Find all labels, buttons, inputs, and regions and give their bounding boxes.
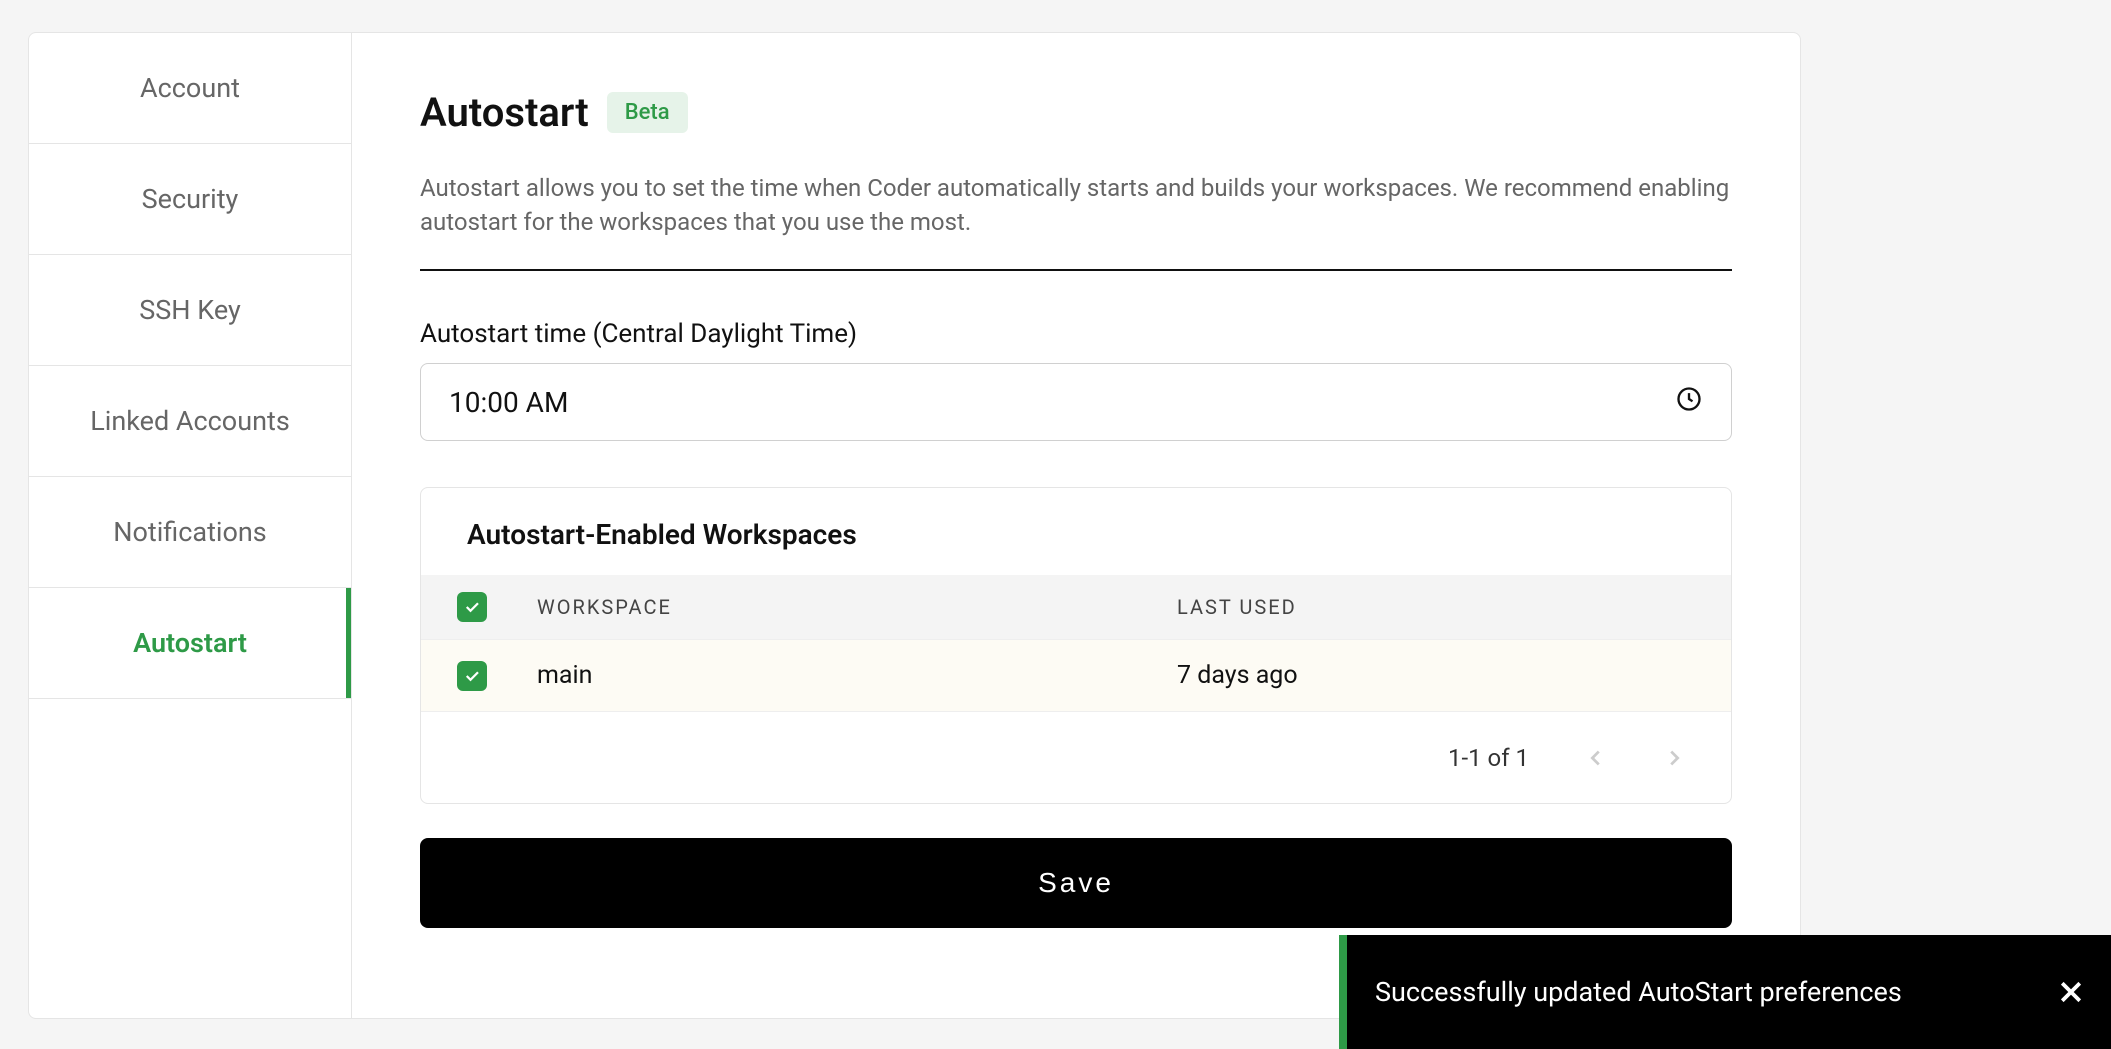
sidebar-item-ssh-key[interactable]: SSH Key bbox=[29, 255, 351, 366]
workspaces-card: Autostart-Enabled Workspaces WORKSPACE L… bbox=[420, 487, 1732, 804]
clock-icon bbox=[1675, 385, 1703, 420]
sidebar-item-label: Linked Accounts bbox=[90, 405, 290, 437]
autostart-time-label: Autostart time (Central Daylight Time) bbox=[420, 319, 1732, 349]
col-header-workspace: WORKSPACE bbox=[537, 595, 1177, 619]
toast-message: Successfully updated AutoStart preferenc… bbox=[1347, 976, 2031, 1008]
pagination-text: 1-1 of 1 bbox=[1448, 744, 1529, 772]
sidebar-item-label: Security bbox=[142, 183, 239, 215]
save-button[interactable]: Save bbox=[420, 838, 1732, 928]
autostart-time-value: 10:00 AM bbox=[449, 386, 568, 419]
page-title: Autostart bbox=[420, 89, 589, 136]
sidebar-item-notifications[interactable]: Notifications bbox=[29, 477, 351, 588]
workspaces-table-title: Autostart-Enabled Workspaces bbox=[421, 488, 1731, 575]
sidebar-item-label: SSH Key bbox=[139, 294, 241, 326]
toast-accent bbox=[1339, 935, 1347, 1049]
sidebar-item-account[interactable]: Account bbox=[29, 33, 351, 144]
sidebar: Account Security SSH Key Linked Accounts… bbox=[29, 33, 352, 1018]
page-header: Autostart Beta bbox=[420, 89, 1732, 136]
toast-notification: Successfully updated AutoStart preferenc… bbox=[1339, 935, 2111, 1049]
row-last-used: 7 days ago bbox=[1177, 661, 1695, 690]
beta-badge: Beta bbox=[607, 92, 688, 133]
sidebar-item-linked-accounts[interactable]: Linked Accounts bbox=[29, 366, 351, 477]
close-icon[interactable] bbox=[2031, 935, 2111, 1049]
next-page-button[interactable] bbox=[1663, 747, 1685, 769]
select-all-cell bbox=[457, 592, 537, 622]
select-all-checkbox[interactable] bbox=[457, 592, 487, 622]
table-header: WORKSPACE LAST USED bbox=[421, 575, 1731, 639]
sidebar-item-label: Autostart bbox=[133, 627, 247, 659]
autostart-time-input[interactable]: 10:00 AM bbox=[420, 363, 1732, 441]
row-check-cell bbox=[457, 661, 537, 691]
table-row[interactable]: main 7 days ago bbox=[421, 639, 1731, 711]
prev-page-button[interactable] bbox=[1585, 747, 1607, 769]
row-workspace-name: main bbox=[537, 661, 1177, 690]
row-checkbox[interactable] bbox=[457, 661, 487, 691]
sidebar-item-label: Notifications bbox=[113, 516, 266, 548]
table-footer: 1-1 of 1 bbox=[421, 711, 1731, 803]
page-description: Autostart allows you to set the time whe… bbox=[420, 172, 1732, 271]
sidebar-item-label: Account bbox=[140, 72, 240, 104]
sidebar-item-security[interactable]: Security bbox=[29, 144, 351, 255]
settings-page: Account Security SSH Key Linked Accounts… bbox=[28, 32, 1801, 1019]
col-header-last-used: LAST USED bbox=[1177, 595, 1695, 619]
sidebar-item-autostart[interactable]: Autostart bbox=[29, 588, 351, 699]
main-content: Autostart Beta Autostart allows you to s… bbox=[352, 33, 1800, 1018]
